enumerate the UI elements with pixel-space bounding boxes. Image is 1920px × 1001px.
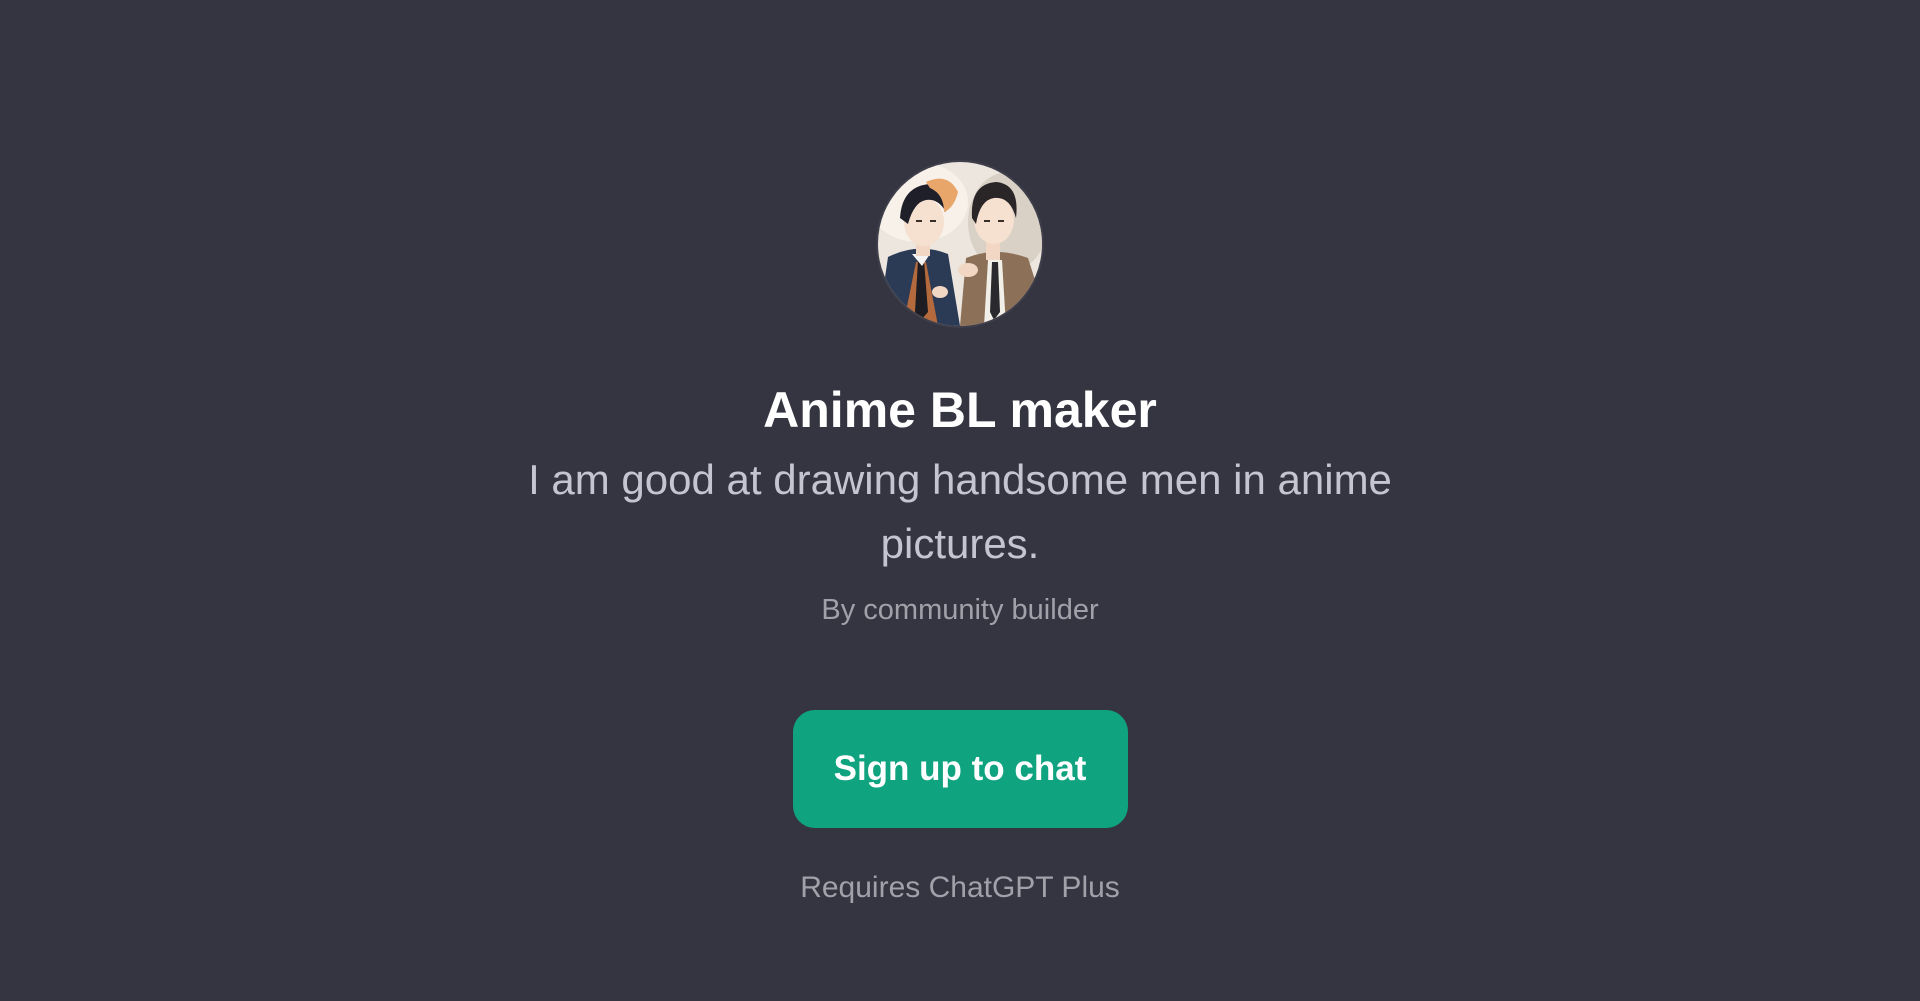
gpt-avatar bbox=[878, 162, 1042, 326]
gpt-landing-page: Anime BL maker I am good at drawing hand… bbox=[0, 0, 1920, 1001]
gpt-title: Anime BL maker bbox=[763, 382, 1157, 438]
requirement-note: Requires ChatGPT Plus bbox=[800, 871, 1120, 904]
gpt-description: I am good at drawing handsome men in ani… bbox=[528, 456, 1392, 567]
gpt-byline: By community builder bbox=[821, 594, 1099, 626]
sign-up-to-chat-button[interactable]: Sign up to chat bbox=[792, 710, 1128, 828]
anime-men-portrait-icon bbox=[878, 162, 1042, 326]
